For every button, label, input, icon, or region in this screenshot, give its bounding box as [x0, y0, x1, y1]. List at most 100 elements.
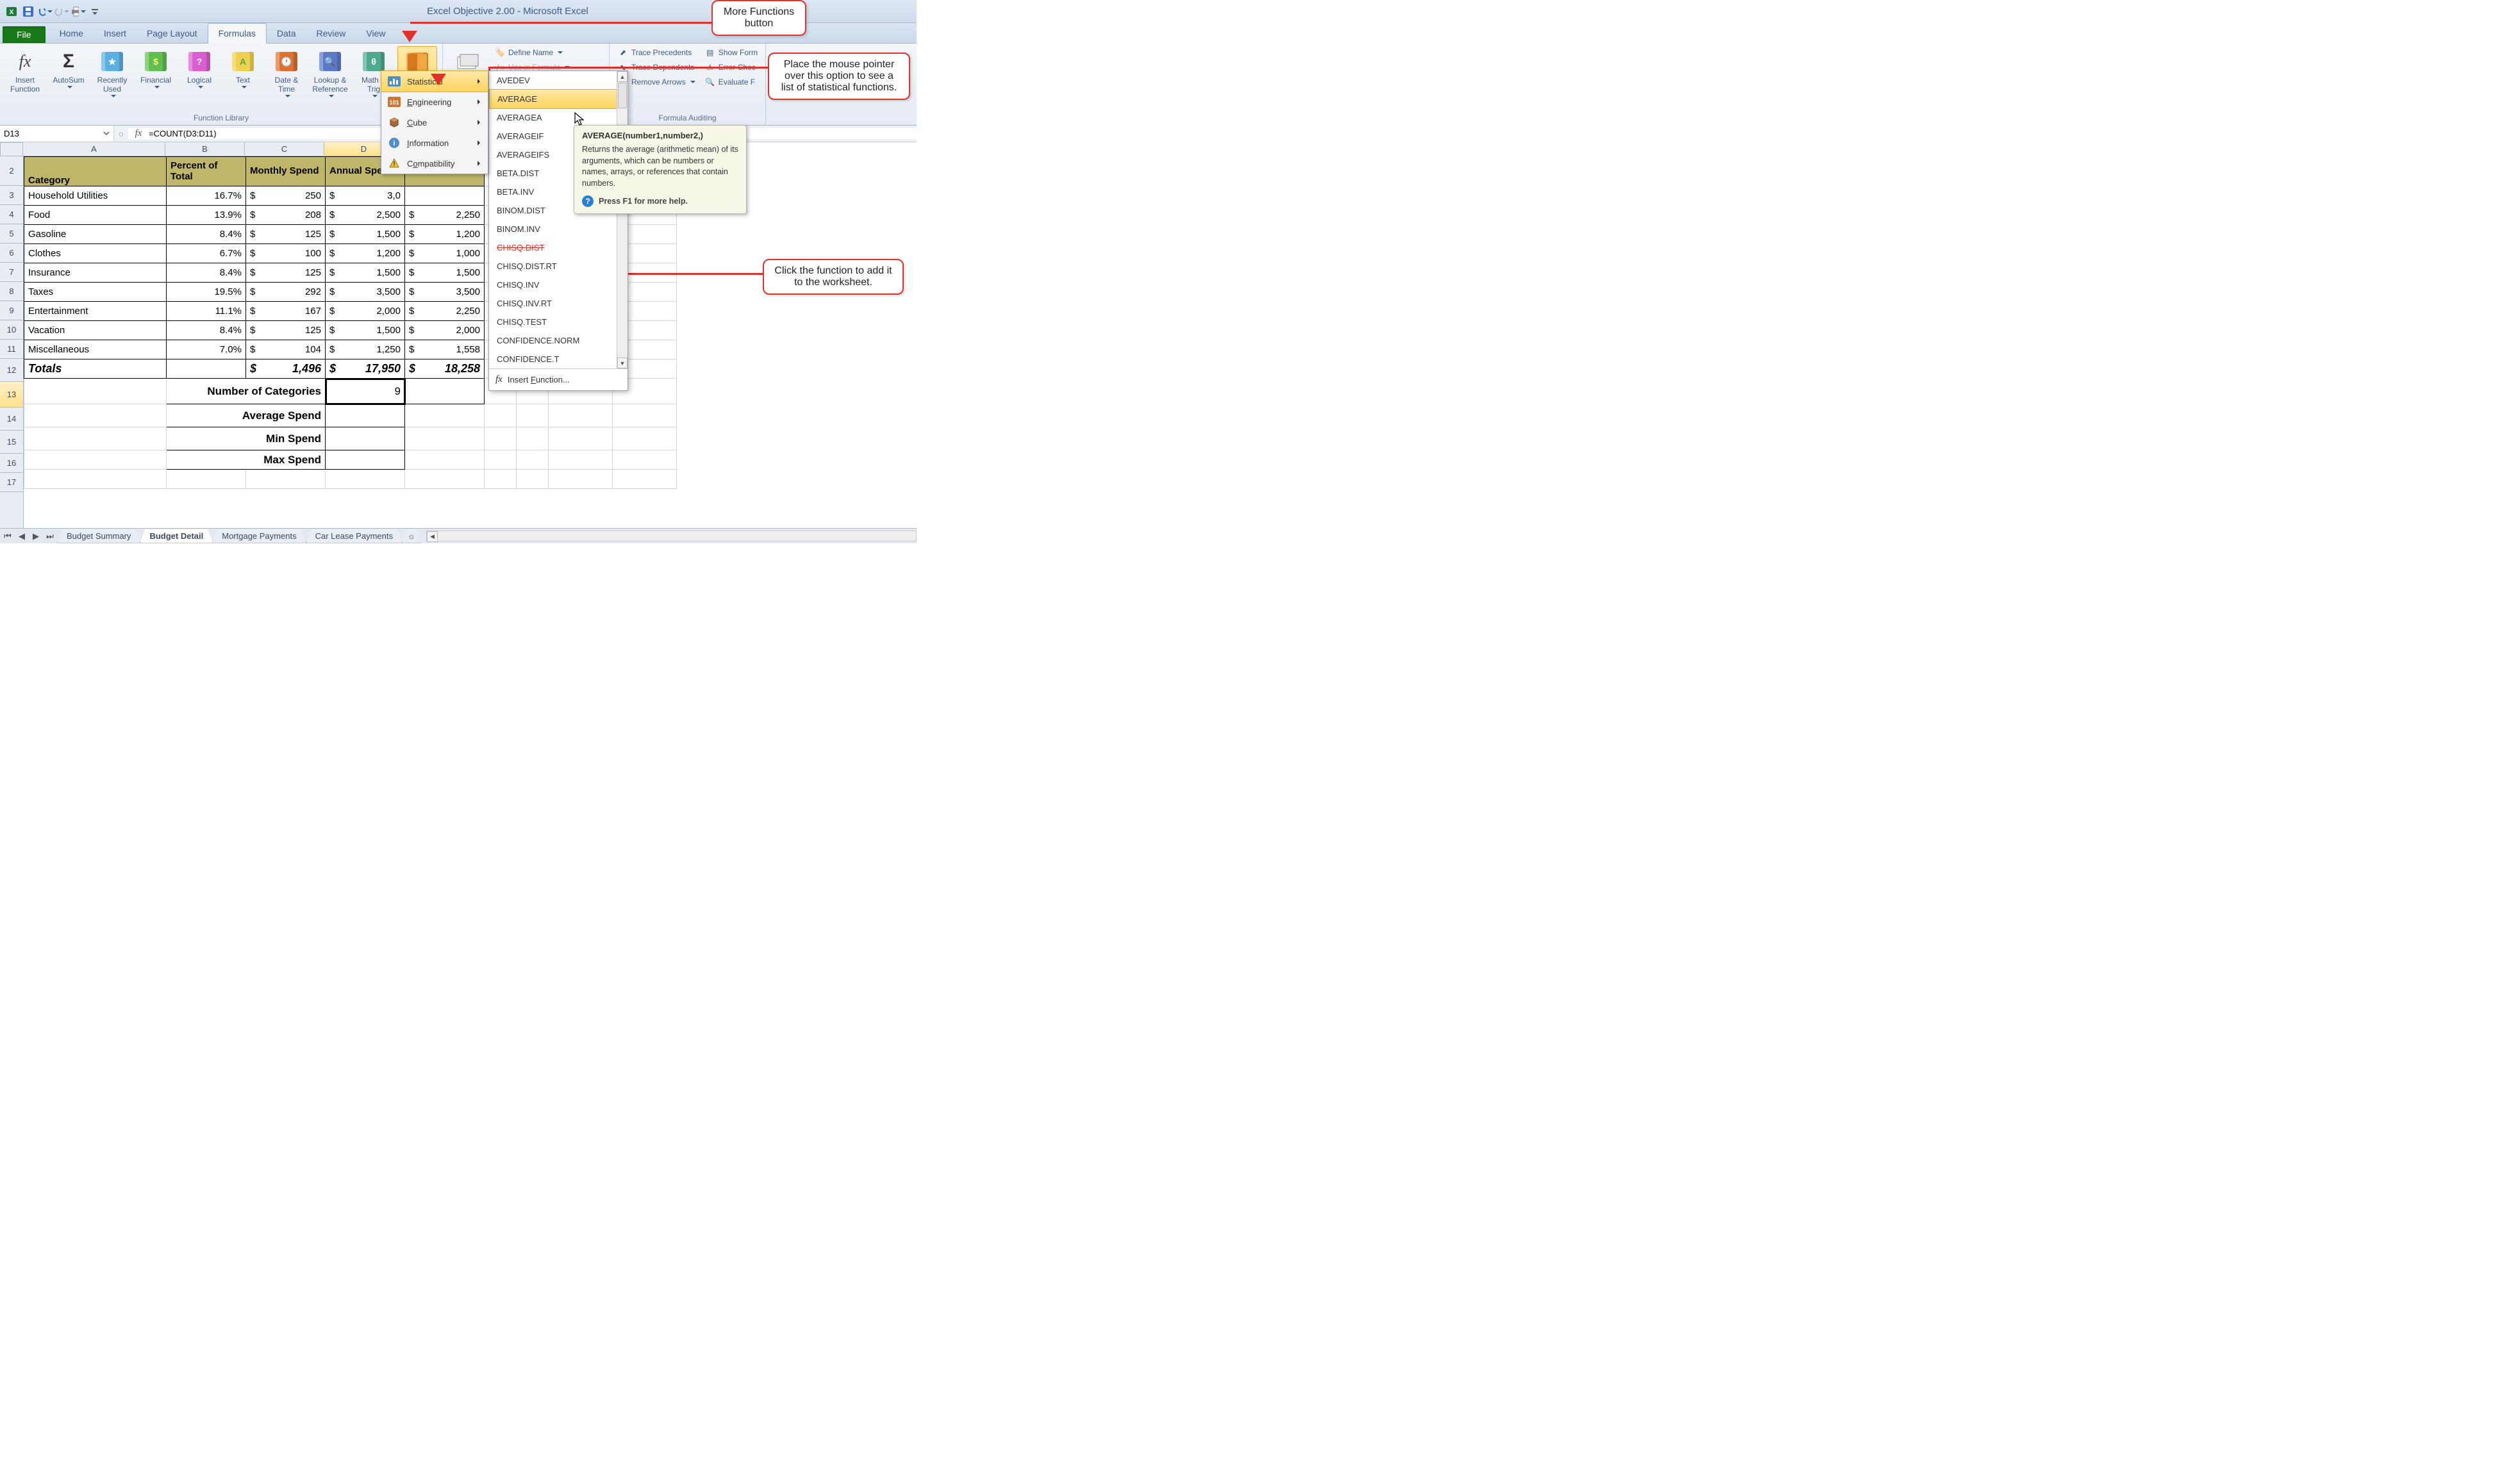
cell-monthly[interactable]: $208 [246, 206, 326, 225]
summary-label[interactable]: Number of Categories [167, 379, 326, 404]
header-cell[interactable]: Category [24, 157, 167, 186]
sheet-nav-prev-icon[interactable]: ◀ [17, 531, 27, 541]
tab-insert[interactable]: Insert [94, 24, 137, 43]
tab-review[interactable]: Review [306, 24, 356, 43]
col-header-B[interactable]: B [165, 142, 245, 156]
col-header-C[interactable]: C [245, 142, 324, 156]
row-header-12[interactable]: 12 [0, 359, 23, 382]
row-header-4[interactable]: 4 [0, 205, 23, 224]
cell-monthly[interactable]: $104 [246, 340, 326, 359]
excel-icon[interactable]: X [4, 4, 19, 19]
cancel-formula-icon[interactable]: ○ [114, 129, 128, 139]
undo-icon[interactable] [37, 4, 53, 19]
row-header-13[interactable]: 13 [0, 382, 23, 408]
selected-cell-D13[interactable]: 9 [326, 379, 405, 404]
cell-category[interactable]: Gasoline [24, 225, 167, 244]
function-item[interactable]: CHISQ.INV.RT [489, 294, 628, 313]
cell-ly[interactable]: $2,000 [405, 321, 485, 340]
cell-ly[interactable]: $2,250 [405, 206, 485, 225]
cell-monthly[interactable]: $125 [246, 263, 326, 283]
totals-label[interactable]: Totals [24, 359, 167, 379]
new-sheet-tab[interactable]: ☼ [402, 529, 421, 543]
cell-ly[interactable]: $1,500 [405, 263, 485, 283]
function-item[interactable]: AVEDEV [489, 71, 628, 90]
summary-label[interactable]: Max Spend [167, 450, 326, 470]
evaluate-formula-button[interactable]: 🔍Evaluate F [702, 76, 760, 88]
function-item[interactable]: CHISQ.INV [489, 276, 628, 294]
function-item[interactable]: CONFIDENCE.T [489, 350, 628, 368]
redo-icon[interactable] [54, 4, 69, 19]
submenu-cube[interactable]: Cube [381, 112, 488, 133]
horizontal-scrollbar[interactable]: ◀ [426, 531, 917, 541]
cell-ly[interactable]: $1,200 [405, 225, 485, 244]
function-item[interactable]: CHISQ.DIST.RT [489, 257, 628, 276]
scroll-thumb[interactable] [618, 83, 627, 108]
cell-ly[interactable]: $1,000 [405, 244, 485, 263]
row-header-7[interactable]: 7 [0, 263, 23, 282]
function-item[interactable]: CONFIDENCE.NORM [489, 331, 628, 350]
totals-monthly[interactable]: $1,496 [246, 359, 326, 379]
header-cell[interactable]: Percent of Total [167, 157, 246, 186]
financial-button[interactable]: $ Financial [136, 46, 176, 112]
scroll-up-icon[interactable]: ▲ [617, 71, 628, 82]
cell-percent[interactable]: 8.4% [167, 225, 246, 244]
cell-monthly[interactable]: $125 [246, 225, 326, 244]
row-header-6[interactable]: 6 [0, 243, 23, 263]
cell-percent[interactable]: 16.7% [167, 186, 246, 206]
cell-ly[interactable] [405, 186, 485, 206]
cell-annual[interactable]: $2,000 [326, 302, 405, 321]
summary-label[interactable]: Average Spend [167, 404, 326, 427]
row-header-5[interactable]: 5 [0, 224, 23, 243]
row-header-9[interactable]: 9 [0, 301, 23, 320]
text-button[interactable]: A Text [223, 46, 263, 112]
lookup-button[interactable]: 🔍 Lookup & Reference [310, 46, 350, 112]
row-header-15[interactable]: 15 [0, 431, 23, 454]
select-all-corner[interactable] [0, 142, 23, 156]
cell-annual[interactable]: $2,500 [326, 206, 405, 225]
scroll-left-icon[interactable]: ◀ [427, 531, 438, 542]
file-tab[interactable]: File [3, 26, 46, 43]
cell-percent[interactable]: 8.4% [167, 263, 246, 283]
cell-category[interactable]: Miscellaneous [24, 340, 167, 359]
cell-percent[interactable]: 7.0% [167, 340, 246, 359]
tab-formulas[interactable]: Formulas [208, 23, 267, 44]
autosum-button[interactable]: Σ AutoSum [49, 46, 88, 112]
tab-page-layout[interactable]: Page Layout [137, 24, 208, 43]
cell-monthly[interactable]: $167 [246, 302, 326, 321]
recently-used-button[interactable]: ★ Recently Used [92, 46, 132, 112]
sheet-tab[interactable]: Car Lease Payments [306, 529, 403, 543]
header-cell[interactable]: Monthly Spend [246, 157, 326, 186]
row-header-8[interactable]: 8 [0, 282, 23, 301]
cell-percent[interactable]: 6.7% [167, 244, 246, 263]
scroll-down-icon[interactable]: ▼ [617, 358, 628, 368]
summary-label[interactable]: Min Spend [167, 427, 326, 450]
cell-category[interactable]: Food [24, 206, 167, 225]
cell-category[interactable]: Entertainment [24, 302, 167, 321]
trace-precedents-button[interactable]: ⬈Trace Precedents [615, 46, 698, 59]
cell-ly[interactable]: $1,558 [405, 340, 485, 359]
row-header-14[interactable]: 14 [0, 408, 23, 431]
submenu-information[interactable]: iInformation [381, 133, 488, 153]
tab-home[interactable]: Home [49, 24, 94, 43]
cell-annual[interactable]: $3,500 [326, 283, 405, 302]
totals-annual[interactable]: $17,950 [326, 359, 405, 379]
cell-percent[interactable]: 8.4% [167, 321, 246, 340]
function-item[interactable]: AVERAGEA [489, 108, 628, 127]
cell-category[interactable]: Clothes [24, 244, 167, 263]
cell-percent[interactable]: 11.1% [167, 302, 246, 321]
function-item[interactable]: AVERAGE [489, 89, 628, 109]
function-item[interactable]: CHISQ.TEST [489, 313, 628, 331]
submenu-engineering[interactable]: 101Engineering [381, 92, 488, 112]
cell-percent[interactable]: 13.9% [167, 206, 246, 225]
cell-monthly[interactable]: $100 [246, 244, 326, 263]
row-header-3[interactable]: 3 [0, 186, 23, 205]
cell-category[interactable]: Insurance [24, 263, 167, 283]
function-item[interactable]: CHISQ.DIST [489, 238, 628, 257]
insert-function-link[interactable]: fx Insert Function... [489, 368, 628, 390]
cell-annual[interactable]: $1,250 [326, 340, 405, 359]
col-header-A[interactable]: A [23, 142, 165, 156]
cell-monthly[interactable]: $292 [246, 283, 326, 302]
row-header-17[interactable]: 17 [0, 473, 23, 492]
row-header-10[interactable]: 10 [0, 320, 23, 340]
submenu-compatibility[interactable]: !Compatibility [381, 153, 488, 174]
